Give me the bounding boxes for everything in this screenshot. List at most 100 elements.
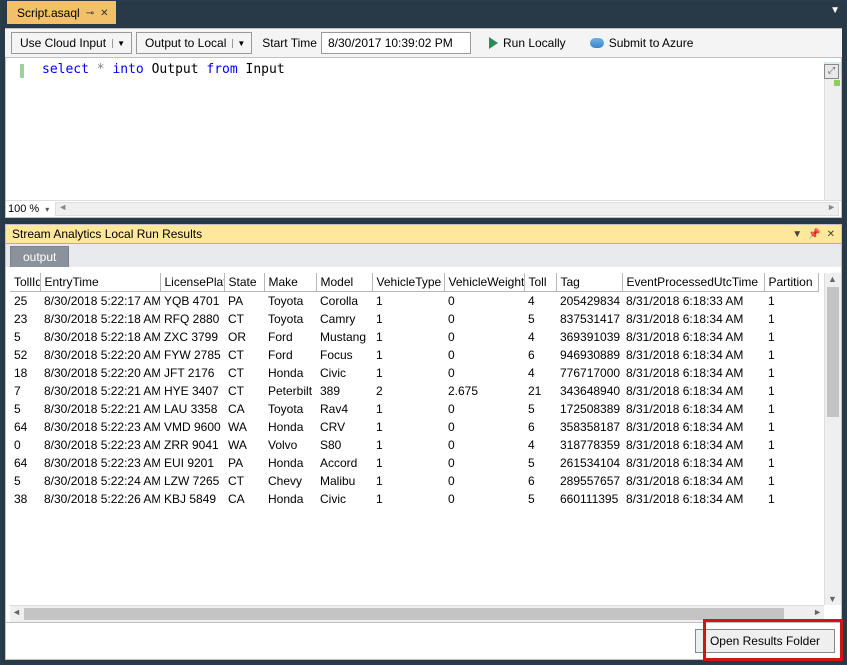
cell: 0	[444, 436, 524, 454]
column-state[interactable]: State	[224, 273, 264, 292]
start-time-value: 8/30/2017 10:39:02 PM	[328, 36, 453, 50]
cell: PA	[224, 454, 264, 472]
tab-output[interactable]: output	[10, 246, 69, 267]
column-toll[interactable]: Toll	[524, 273, 556, 292]
submit-to-azure-button[interactable]: Submit to Azure	[584, 34, 700, 52]
table-row[interactable]: 188/30/2018 5:22:20 AMJFT 2176CTHondaCiv…	[10, 364, 818, 382]
cell: Civic	[316, 490, 372, 508]
cell: 289557657	[556, 472, 622, 490]
submit-to-azure-label: Submit to Azure	[609, 36, 694, 50]
column-tag[interactable]: Tag	[556, 273, 622, 292]
column-eventprocessedutctime[interactable]: EventProcessedUtcTime	[622, 273, 764, 292]
cell: 8/31/2018 6:18:34 AM	[622, 364, 764, 382]
use-cloud-input-dropdown[interactable]: Use Cloud Input ▼	[11, 32, 132, 54]
cell: CA	[224, 490, 264, 508]
pin-icon[interactable]: 📌	[808, 229, 820, 240]
cell: Toyota	[264, 400, 316, 418]
cell: Honda	[264, 490, 316, 508]
open-results-folder-button[interactable]: Open Results Folder	[695, 629, 835, 653]
cell: 0	[444, 418, 524, 436]
panel-dropdown-icon[interactable]: ▼	[792, 229, 802, 240]
cell: 1	[764, 418, 818, 436]
close-icon[interactable]: ✕	[100, 8, 108, 19]
results-grid[interactable]: TollIdEntryTimeLicensePlateStateMakeMode…	[10, 273, 819, 508]
chevron-down-icon[interactable]: ▼	[112, 39, 129, 48]
cell: 1	[372, 472, 444, 490]
cell: 0	[444, 346, 524, 364]
column-make[interactable]: Make	[264, 273, 316, 292]
table-row[interactable]: 238/30/2018 5:22:18 AMRFQ 2880CTToyotaCa…	[10, 310, 818, 328]
cell: 6	[524, 346, 556, 364]
cell: JFT 2176	[160, 364, 224, 382]
cell: 1	[372, 364, 444, 382]
toolbar: Use Cloud Input ▼ Output to Local ▼ Star…	[5, 28, 842, 58]
cell: 1	[372, 418, 444, 436]
cell: 1	[764, 310, 818, 328]
column-partition[interactable]: Partition	[764, 273, 818, 292]
close-icon[interactable]: ✕	[827, 229, 835, 240]
column-licenseplate[interactable]: LicensePlate	[160, 273, 224, 292]
cell: LAU 3358	[160, 400, 224, 418]
table-row[interactable]: 258/30/2018 5:22:17 AMYQB 4701PAToyotaCo…	[10, 292, 818, 311]
column-tollid[interactable]: TollId	[10, 273, 40, 292]
cell: 1	[372, 490, 444, 508]
table-row[interactable]: 78/30/2018 5:22:21 AMHYE 3407CTPeterbilt…	[10, 382, 818, 400]
column-model[interactable]: Model	[316, 273, 372, 292]
output-to-local-dropdown[interactable]: Output to Local ▼	[136, 32, 252, 54]
column-vehicleweight[interactable]: VehicleWeight	[444, 273, 524, 292]
cell: 1	[764, 328, 818, 346]
cell: Ford	[264, 328, 316, 346]
table-row[interactable]: 388/30/2018 5:22:26 AMKBJ 5849CAHondaCiv…	[10, 490, 818, 508]
cell: 5	[10, 400, 40, 418]
grid-header-row[interactable]: TollIdEntryTimeLicensePlateStateMakeMode…	[10, 273, 818, 292]
cell: 358358187	[556, 418, 622, 436]
cell: 369391039	[556, 328, 622, 346]
cell: 5	[524, 400, 556, 418]
cell: 8/31/2018 6:18:34 AM	[622, 436, 764, 454]
table-row[interactable]: 58/30/2018 5:22:21 AMLAU 3358CAToyotaRav…	[10, 400, 818, 418]
column-entrytime[interactable]: EntryTime	[40, 273, 160, 292]
grid-horizontal-scrollbar[interactable]: ◄►	[10, 605, 824, 622]
pin-icon[interactable]: ⊸	[86, 8, 94, 19]
cell: 1	[764, 454, 818, 472]
cell: 6	[524, 418, 556, 436]
cell: 2.675	[444, 382, 524, 400]
tab-title: Script.asaql	[17, 6, 80, 20]
chevron-down-icon[interactable]: ▼	[232, 39, 249, 48]
cell: Malibu	[316, 472, 372, 490]
zoom-dropdown[interactable]: ▾	[43, 205, 51, 214]
tabbar-overflow-dropdown[interactable]: ▼	[824, 1, 846, 24]
column-vehicletype[interactable]: VehicleType	[372, 273, 444, 292]
table-row[interactable]: 528/30/2018 5:22:20 AMFYW 2785CTFordFocu…	[10, 346, 818, 364]
cell: 5	[10, 328, 40, 346]
cell: 1	[372, 292, 444, 311]
cell: PA	[224, 292, 264, 311]
code-line-1[interactable]: select * into Output from Input	[28, 62, 285, 200]
cell: 8/30/2018 5:22:24 AM	[40, 472, 160, 490]
cell: 389	[316, 382, 372, 400]
run-locally-button[interactable]: Run Locally	[483, 34, 572, 52]
split-editor-icon[interactable]: ⤢	[824, 64, 839, 79]
table-row[interactable]: 08/30/2018 5:22:23 AMZRR 9041WAVolvoS801…	[10, 436, 818, 454]
results-tabs: output	[6, 244, 841, 267]
editor-horizontal-scrollbar[interactable]	[55, 202, 839, 216]
change-marker	[20, 64, 24, 78]
start-time-input[interactable]: 8/30/2017 10:39:02 PM	[321, 32, 471, 54]
cell: CT	[224, 310, 264, 328]
cell: 8/31/2018 6:18:34 AM	[622, 454, 764, 472]
cell: 4	[524, 292, 556, 311]
table-row[interactable]: 58/30/2018 5:22:24 AMLZW 7265CTChevyMali…	[10, 472, 818, 490]
cell: 1	[764, 292, 818, 311]
cell: 8/31/2018 6:18:34 AM	[622, 400, 764, 418]
tab-script-asaql[interactable]: Script.asaql ⊸ ✕	[7, 1, 116, 24]
cell: Volvo	[264, 436, 316, 454]
table-row[interactable]: 58/30/2018 5:22:18 AMZXC 3799ORFordMusta…	[10, 328, 818, 346]
output-to-local-label: Output to Local	[145, 36, 226, 50]
cell: 8/31/2018 6:18:33 AM	[622, 292, 764, 311]
editor-vertical-scrollbar[interactable]: ⤢	[824, 62, 841, 200]
table-row[interactable]: 648/30/2018 5:22:23 AMVMD 9600WAHondaCRV…	[10, 418, 818, 436]
grid-vertical-scrollbar[interactable]: ▲▼	[824, 273, 841, 605]
code-editor[interactable]: select * into Output from Input ⤢ 100 % …	[5, 58, 842, 218]
table-row[interactable]: 648/30/2018 5:22:23 AMEUI 9201PAHondaAcc…	[10, 454, 818, 472]
cell: 205429834	[556, 292, 622, 311]
